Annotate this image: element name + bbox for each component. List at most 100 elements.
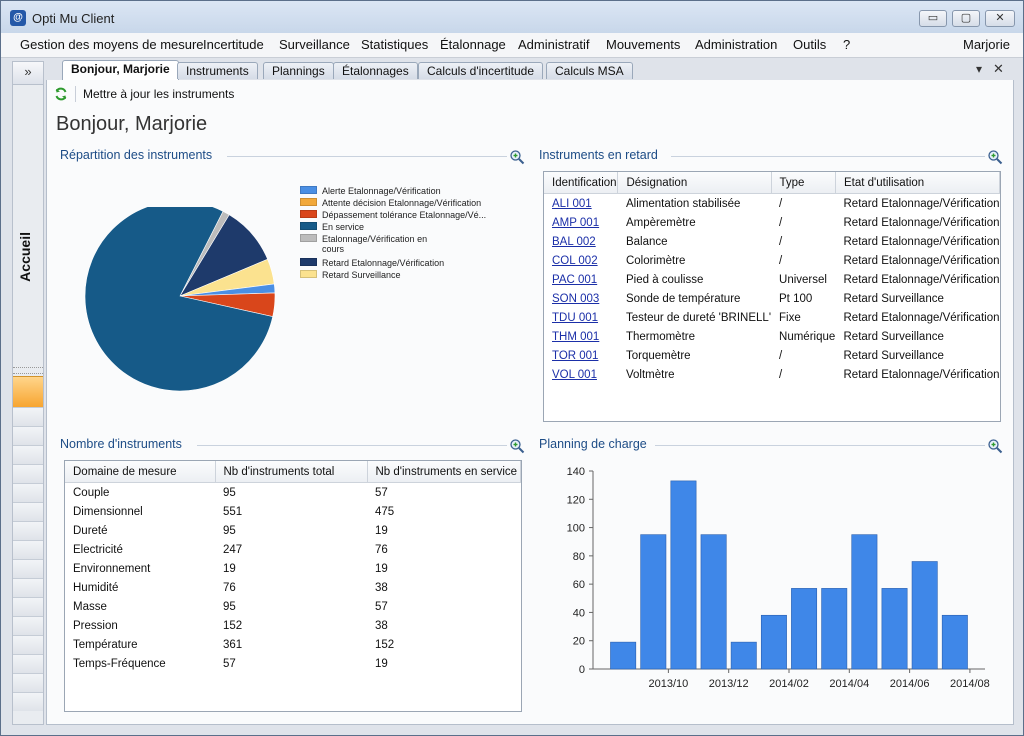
col-header[interactable]: Type xyxy=(771,172,837,194)
refresh-icon[interactable] xyxy=(54,87,68,101)
instrument-link[interactable]: THM 001 xyxy=(552,331,599,343)
table-row[interactable]: TDU 001 Testeur de dureté 'BRINELL' Fixe Re… xyxy=(544,308,1000,327)
menu-gestion[interactable]: Gestion des moyens de mesure xyxy=(20,37,204,52)
menu-user[interactable]: Marjorie xyxy=(963,37,1010,52)
menu-outils[interactable]: Outils xyxy=(793,37,826,52)
instrument-link[interactable]: TDU 001 xyxy=(552,312,598,324)
col-header[interactable]: Domaine de mesure xyxy=(65,461,216,483)
sidebar-slot[interactable] xyxy=(13,521,43,540)
sidebar-slot[interactable] xyxy=(13,654,43,673)
tab-etalonnages[interactable]: Étalonnages xyxy=(333,62,418,79)
table-row[interactable]: Dimensionnel 551 475 xyxy=(65,502,521,521)
tab-list-dropdown[interactable]: ▾ xyxy=(976,62,982,76)
menu-administratif[interactable]: Administratif xyxy=(518,37,590,52)
zoom-icon[interactable] xyxy=(509,149,525,165)
minimize-button[interactable]: ▭ xyxy=(919,10,947,27)
menu-etalonnage[interactable]: Étalonnage xyxy=(440,37,506,52)
instrument-link[interactable]: AMP 001 xyxy=(552,217,599,229)
sidebar-slot[interactable] xyxy=(13,635,43,654)
menu-help[interactable]: ? xyxy=(843,37,850,52)
sidebar-slot[interactable] xyxy=(13,616,43,635)
menu-surveillance[interactable]: Surveillance xyxy=(279,37,350,52)
table-row[interactable]: Dureté 95 19 xyxy=(65,521,521,540)
sidebar-slot[interactable] xyxy=(13,540,43,559)
instrument-link[interactable]: PAC 001 xyxy=(552,274,597,286)
refresh-instruments-button[interactable]: Mettre à jour les instruments xyxy=(83,87,234,101)
instrument-id-link[interactable]: TOR 001 xyxy=(544,346,618,365)
table-row[interactable]: ALI 001 Alimentation stabilisée / Retard Et… xyxy=(544,194,1000,214)
tab-plannings[interactable]: Plannings xyxy=(263,62,334,79)
col-header[interactable]: Etat d'utilisation xyxy=(835,172,1000,194)
sidebar-slot[interactable] xyxy=(13,559,43,578)
table-row[interactable]: Humidité 76 38 xyxy=(65,578,521,597)
maximize-button[interactable]: ▢ xyxy=(952,10,980,27)
tab-bonjour[interactable]: Bonjour, Marjorie xyxy=(62,60,179,80)
instrument-id-link[interactable]: BAL 002 xyxy=(544,232,618,251)
instrument-id-link[interactable]: PAC 001 xyxy=(544,270,618,289)
table-row[interactable]: TOR 001 Torquemètre / Retard Surveillance xyxy=(544,346,1000,365)
expand-panel-button[interactable]: » xyxy=(13,62,43,85)
sidebar-active-item[interactable] xyxy=(13,376,43,407)
instrument-id-link[interactable]: THM 001 xyxy=(544,327,618,346)
menu-mouvements[interactable]: Mouvements xyxy=(606,37,680,52)
table-row[interactable]: PAC 001 Pied à coulisse Universel Retard Et… xyxy=(544,270,1000,289)
sidebar-item-accueil[interactable]: Accueil xyxy=(17,232,33,282)
table-row[interactable]: COL 002 Colorimètre / Retard Etalonnage/Vér… xyxy=(544,251,1000,270)
instrument-id-link[interactable]: SON 003 xyxy=(544,289,618,308)
sidebar-slot[interactable] xyxy=(13,445,43,464)
table-row[interactable]: VOL 001 Voltmètre / Retard Etalonnage/Vérif… xyxy=(544,365,1000,384)
table-row[interactable]: Temps-Fréquence 57 19 xyxy=(65,654,521,673)
table-row[interactable]: AMP 001 Ampèremètre / Retard Etalonnage/Vér… xyxy=(544,213,1000,232)
zoom-icon[interactable] xyxy=(987,149,1003,165)
instrument-id-link[interactable]: AMP 001 xyxy=(544,213,618,232)
table-row[interactable]: Pression 152 38 xyxy=(65,616,521,635)
instrument-link[interactable]: ALI 001 xyxy=(552,198,592,210)
table-row[interactable]: BAL 002 Balance / Retard Etalonnage/Vérific… xyxy=(544,232,1000,251)
sidebar-slot[interactable] xyxy=(13,578,43,597)
table-row[interactable]: THM 001 Thermomètre Numérique Retard Survei… xyxy=(544,327,1000,346)
zoom-icon[interactable] xyxy=(987,438,1003,454)
instrument-link[interactable]: TOR 001 xyxy=(552,350,598,362)
zoom-icon[interactable] xyxy=(509,438,525,454)
sidebar-slot[interactable] xyxy=(13,692,43,711)
table-cell: Sonde de température xyxy=(625,292,741,305)
tab-instruments[interactable]: Instruments xyxy=(177,62,258,79)
instrument-id-link[interactable]: VOL 001 xyxy=(544,365,618,384)
instrument-link[interactable]: COL 002 xyxy=(552,255,598,267)
section-divider xyxy=(671,156,985,157)
sidebar-slot[interactable] xyxy=(13,673,43,692)
sidebar-slot[interactable] xyxy=(13,464,43,483)
col-header[interactable]: Nb d'instruments en service xyxy=(367,461,521,483)
side-panel: » Accueil xyxy=(12,61,44,725)
section-title-planning: Planning de charge xyxy=(539,437,647,451)
instrument-link[interactable]: VOL 001 xyxy=(552,369,597,381)
table-row[interactable]: Couple 95 57 xyxy=(65,483,521,503)
instrument-id-link[interactable]: ALI 001 xyxy=(544,194,618,214)
close-tab-button[interactable]: ✕ xyxy=(993,61,1004,77)
instrument-id-link[interactable]: COL 002 xyxy=(544,251,618,270)
instrument-id-link[interactable]: TDU 001 xyxy=(544,308,618,327)
sidebar-slot[interactable] xyxy=(13,597,43,616)
table-row[interactable]: Electricité 247 76 xyxy=(65,540,521,559)
table-row[interactable]: Environnement 19 19 xyxy=(65,559,521,578)
instrument-link[interactable]: SON 003 xyxy=(552,293,599,305)
sidebar-slot[interactable] xyxy=(13,426,43,445)
table-row[interactable]: Masse 95 57 xyxy=(65,597,521,616)
tab-calculs-msa[interactable]: Calculs MSA xyxy=(546,62,633,79)
menu-statistiques[interactable]: Statistiques xyxy=(361,37,428,52)
menu-incertitude[interactable]: Incertitude xyxy=(203,37,264,52)
instrument-link[interactable]: BAL 002 xyxy=(552,236,596,248)
sidebar-slot[interactable] xyxy=(13,407,43,426)
tab-calculs-incertitude[interactable]: Calculs d'incertitude xyxy=(418,62,544,79)
sidebar-slot[interactable] xyxy=(13,502,43,521)
col-header[interactable]: Désignation xyxy=(617,172,772,194)
table-row[interactable]: SON 003 Sonde de température Pt 100 Retard … xyxy=(544,289,1000,308)
sidebar-slot[interactable] xyxy=(13,483,43,502)
close-button[interactable]: ✕ xyxy=(985,10,1015,27)
col-header[interactable]: Nb d'instruments total xyxy=(215,461,368,483)
nombre-table: Domaine de mesure Nb d'instruments total… xyxy=(64,460,522,712)
menu-administration[interactable]: Administration xyxy=(695,37,777,52)
table-row[interactable]: Température 361 152 xyxy=(65,635,521,654)
col-header[interactable]: Identification xyxy=(544,172,619,194)
splitter-grip[interactable] xyxy=(13,367,43,374)
